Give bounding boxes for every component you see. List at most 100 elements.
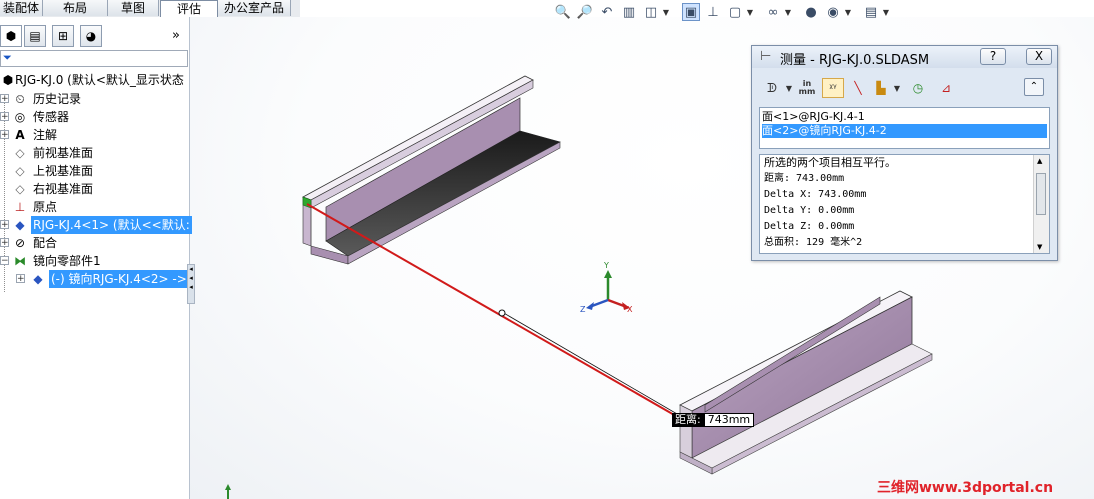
point-to-point-icon[interactable]: ╲ <box>848 78 868 98</box>
chevron-down-icon[interactable]: ▼ <box>844 3 852 21</box>
triad-y-label: Y <box>604 261 609 270</box>
measure-toolbar: ᗫ ▼ in mm ᵡᵞ ╲ ▙ ▼ ◷ ⊿ <box>758 77 1050 99</box>
panel-splitter-handle[interactable]: ◂ ◂ ◂ <box>187 264 195 304</box>
tree-root-label: RJG-KJ.0 (默认<默认_显示状态 <box>15 73 184 87</box>
filter-icon[interactable]: ⏷ <box>3 51 12 65</box>
expand-toggle[interactable]: + <box>0 112 9 122</box>
units-precision-icon[interactable]: in mm <box>798 78 816 98</box>
help-button[interactable]: ? <box>980 48 1006 65</box>
assembly-icon: ⬢ <box>2 73 14 87</box>
configurationmanager-icon[interactable]: ⊞ <box>52 25 74 47</box>
tree-item-label: 注解 <box>33 128 58 142</box>
measure-icon: ⊢ <box>760 49 772 64</box>
featuremanager-icon[interactable]: ⬢ <box>0 25 22 47</box>
create-sensor-icon[interactable]: ⊿ <box>936 78 956 98</box>
selection-list[interactable]: 面<1>@RJG-KJ.4-1 面<2>@镜向RJG-KJ.4-2 <box>759 107 1050 149</box>
result-total-area: 总面积: 129 毫米^2 <box>764 237 863 248</box>
view-orientation-icon[interactable]: ◫ <box>642 3 660 21</box>
measure-title-bar[interactable]: ⊢ 测量 - RJG-KJ.0.SLDASM ? X <box>752 46 1057 68</box>
tree-item-label: 右视基准面 <box>33 182 94 196</box>
tree-item-label: RJG-KJ.4<1> (默认<<默认: <box>31 216 192 234</box>
display-style-icon[interactable]: ▣ <box>682 3 700 21</box>
zoom-to-area-icon[interactable]: 🔎 <box>576 3 594 21</box>
panel-tabs: ⬢ ▤ ⊞ ◕ » <box>0 25 189 47</box>
tab-office-products[interactable]: 办公室产品 <box>218 0 291 16</box>
tab-assembly[interactable]: 装配体 <box>0 0 43 16</box>
part-mirror-rjg-kj4-2[interactable] <box>679 290 933 475</box>
tree-item-label: 配合 <box>33 236 58 250</box>
edit-appearance-icon[interactable]: ● <box>802 3 820 21</box>
propertymanager-icon[interactable]: ▤ <box>24 25 46 47</box>
close-button[interactable]: X <box>1026 48 1052 65</box>
tree-item-label: (-) 镜向RJG-KJ.4<2> -> <box>49 270 189 288</box>
tree-item-label: 原点 <box>33 200 58 214</box>
zoom-to-fit-icon[interactable]: 🔍 <box>554 3 572 21</box>
mates-icon: ⊘ <box>14 236 26 250</box>
hide-show-icon[interactable]: ▢ <box>726 3 744 21</box>
watermark: 三维网www.3dportal.cn <box>877 480 1054 496</box>
triad-icon[interactable]: ⊥ <box>704 3 722 21</box>
arc-circle-measurements-icon[interactable]: ᗫ <box>762 78 782 98</box>
result-parallel: 所选的两个项目相互平行。 <box>764 156 896 169</box>
expand-toggle[interactable]: + <box>0 130 9 140</box>
tree-filter[interactable]: ⏷ <box>0 50 188 67</box>
measure-distance-line <box>306 203 677 417</box>
sensor-icon: ◎ <box>14 110 26 124</box>
distance-callout-label: 距离: <box>672 413 704 427</box>
measurement-history-icon[interactable]: ◷ <box>908 78 928 98</box>
chevron-down-icon[interactable]: ▼ <box>746 3 754 21</box>
annotation-icon: A <box>15 128 25 142</box>
results-scrollbar[interactable]: ▲ ▼ <box>1033 155 1049 253</box>
tree-item-label: 传感器 <box>33 110 70 124</box>
tab-layout[interactable]: 布局 <box>43 0 108 16</box>
chevron-down-icon[interactable]: ▼ <box>662 3 670 21</box>
tab-sketch[interactable]: 草图 <box>108 0 159 16</box>
selection-item-2[interactable]: 面<2>@镜向RJG-KJ.4-2 <box>762 124 1047 138</box>
previous-view-icon[interactable]: ↶ <box>598 3 616 21</box>
plane-icon: ◇ <box>15 146 25 160</box>
result-delta-y: Delta Y: 0.00mm <box>764 205 855 216</box>
expand-toggle[interactable]: + <box>0 220 9 230</box>
bottom-triad-stub <box>225 484 231 499</box>
reference-triad <box>586 270 630 310</box>
view-type-icon[interactable]: ∞ <box>764 3 782 21</box>
chevron-down-icon[interactable]: ▼ <box>882 3 890 21</box>
expand-toggle[interactable]: + <box>0 94 9 104</box>
command-manager-tabs: 装配体 布局 草图 评估 办公室产品 <box>0 0 300 18</box>
scrollbar-thumb[interactable] <box>1036 173 1046 215</box>
apply-scene-icon[interactable]: ◉ <box>824 3 842 21</box>
expand-panel-icon[interactable]: » <box>172 28 180 43</box>
show-xyz-measurements-icon[interactable]: ᵡᵞ <box>822 78 844 98</box>
scroll-down-icon[interactable]: ▼ <box>1037 243 1042 251</box>
tree-item-label: 镜向零部件1 <box>33 254 101 268</box>
collapse-results-button[interactable]: ⌃ <box>1024 78 1044 96</box>
scroll-up-icon[interactable]: ▲ <box>1037 157 1042 165</box>
history-icon: ⏲ <box>15 92 25 106</box>
tree-item-label: 历史记录 <box>33 92 82 106</box>
measure-dialog: ⊢ 测量 - RJG-KJ.0.SLDASM ? X ᗫ ▼ in mm ᵡᵞ … <box>751 45 1058 261</box>
measure-title: 测量 - RJG-KJ.0.SLDASM <box>780 53 930 68</box>
chevron-down-icon[interactable]: ▼ <box>892 78 902 98</box>
measure-results: 所选的两个项目相互平行。 距离: 743.00mm Delta X: 743.0… <box>759 154 1050 254</box>
distance-callout: 距离: 743mm <box>672 413 755 427</box>
triad-x-label: X <box>627 305 633 314</box>
result-delta-x: Delta X: 743.00mm <box>764 189 867 200</box>
part-rjg-kj4-1[interactable] <box>302 75 561 265</box>
heads-up-view-toolbar: 🔍 🔎 ↶ ▥ ◫ ▼ ▣ ⊥ ▢ ▼ ∞ ▼ ● ◉ ▼ ▤ ▼ <box>552 0 897 24</box>
tab-evaluate[interactable]: 评估 <box>160 0 218 18</box>
selection-item-1[interactable]: 面<1>@RJG-KJ.4-1 <box>762 110 1047 124</box>
section-view-icon[interactable]: ▥ <box>620 3 638 21</box>
result-delta-z: Delta Z: 0.00mm <box>764 221 855 232</box>
measure-midpoint <box>498 309 506 317</box>
plane-icon: ◇ <box>15 164 25 178</box>
expand-toggle[interactable]: + <box>0 238 9 248</box>
chevron-down-icon[interactable]: ▼ <box>784 3 792 21</box>
view-settings-icon[interactable]: ▤ <box>862 3 880 21</box>
projection-icon[interactable]: ▙ <box>872 78 890 98</box>
displaymanager-icon[interactable]: ◕ <box>80 25 102 47</box>
result-distance: 距离: 743.00mm <box>764 173 845 184</box>
chevron-down-icon[interactable]: ▼ <box>784 78 794 98</box>
expand-toggle[interactable]: − <box>0 256 9 266</box>
measure-leader-line <box>501 311 685 419</box>
expand-toggle[interactable]: + <box>16 274 25 284</box>
